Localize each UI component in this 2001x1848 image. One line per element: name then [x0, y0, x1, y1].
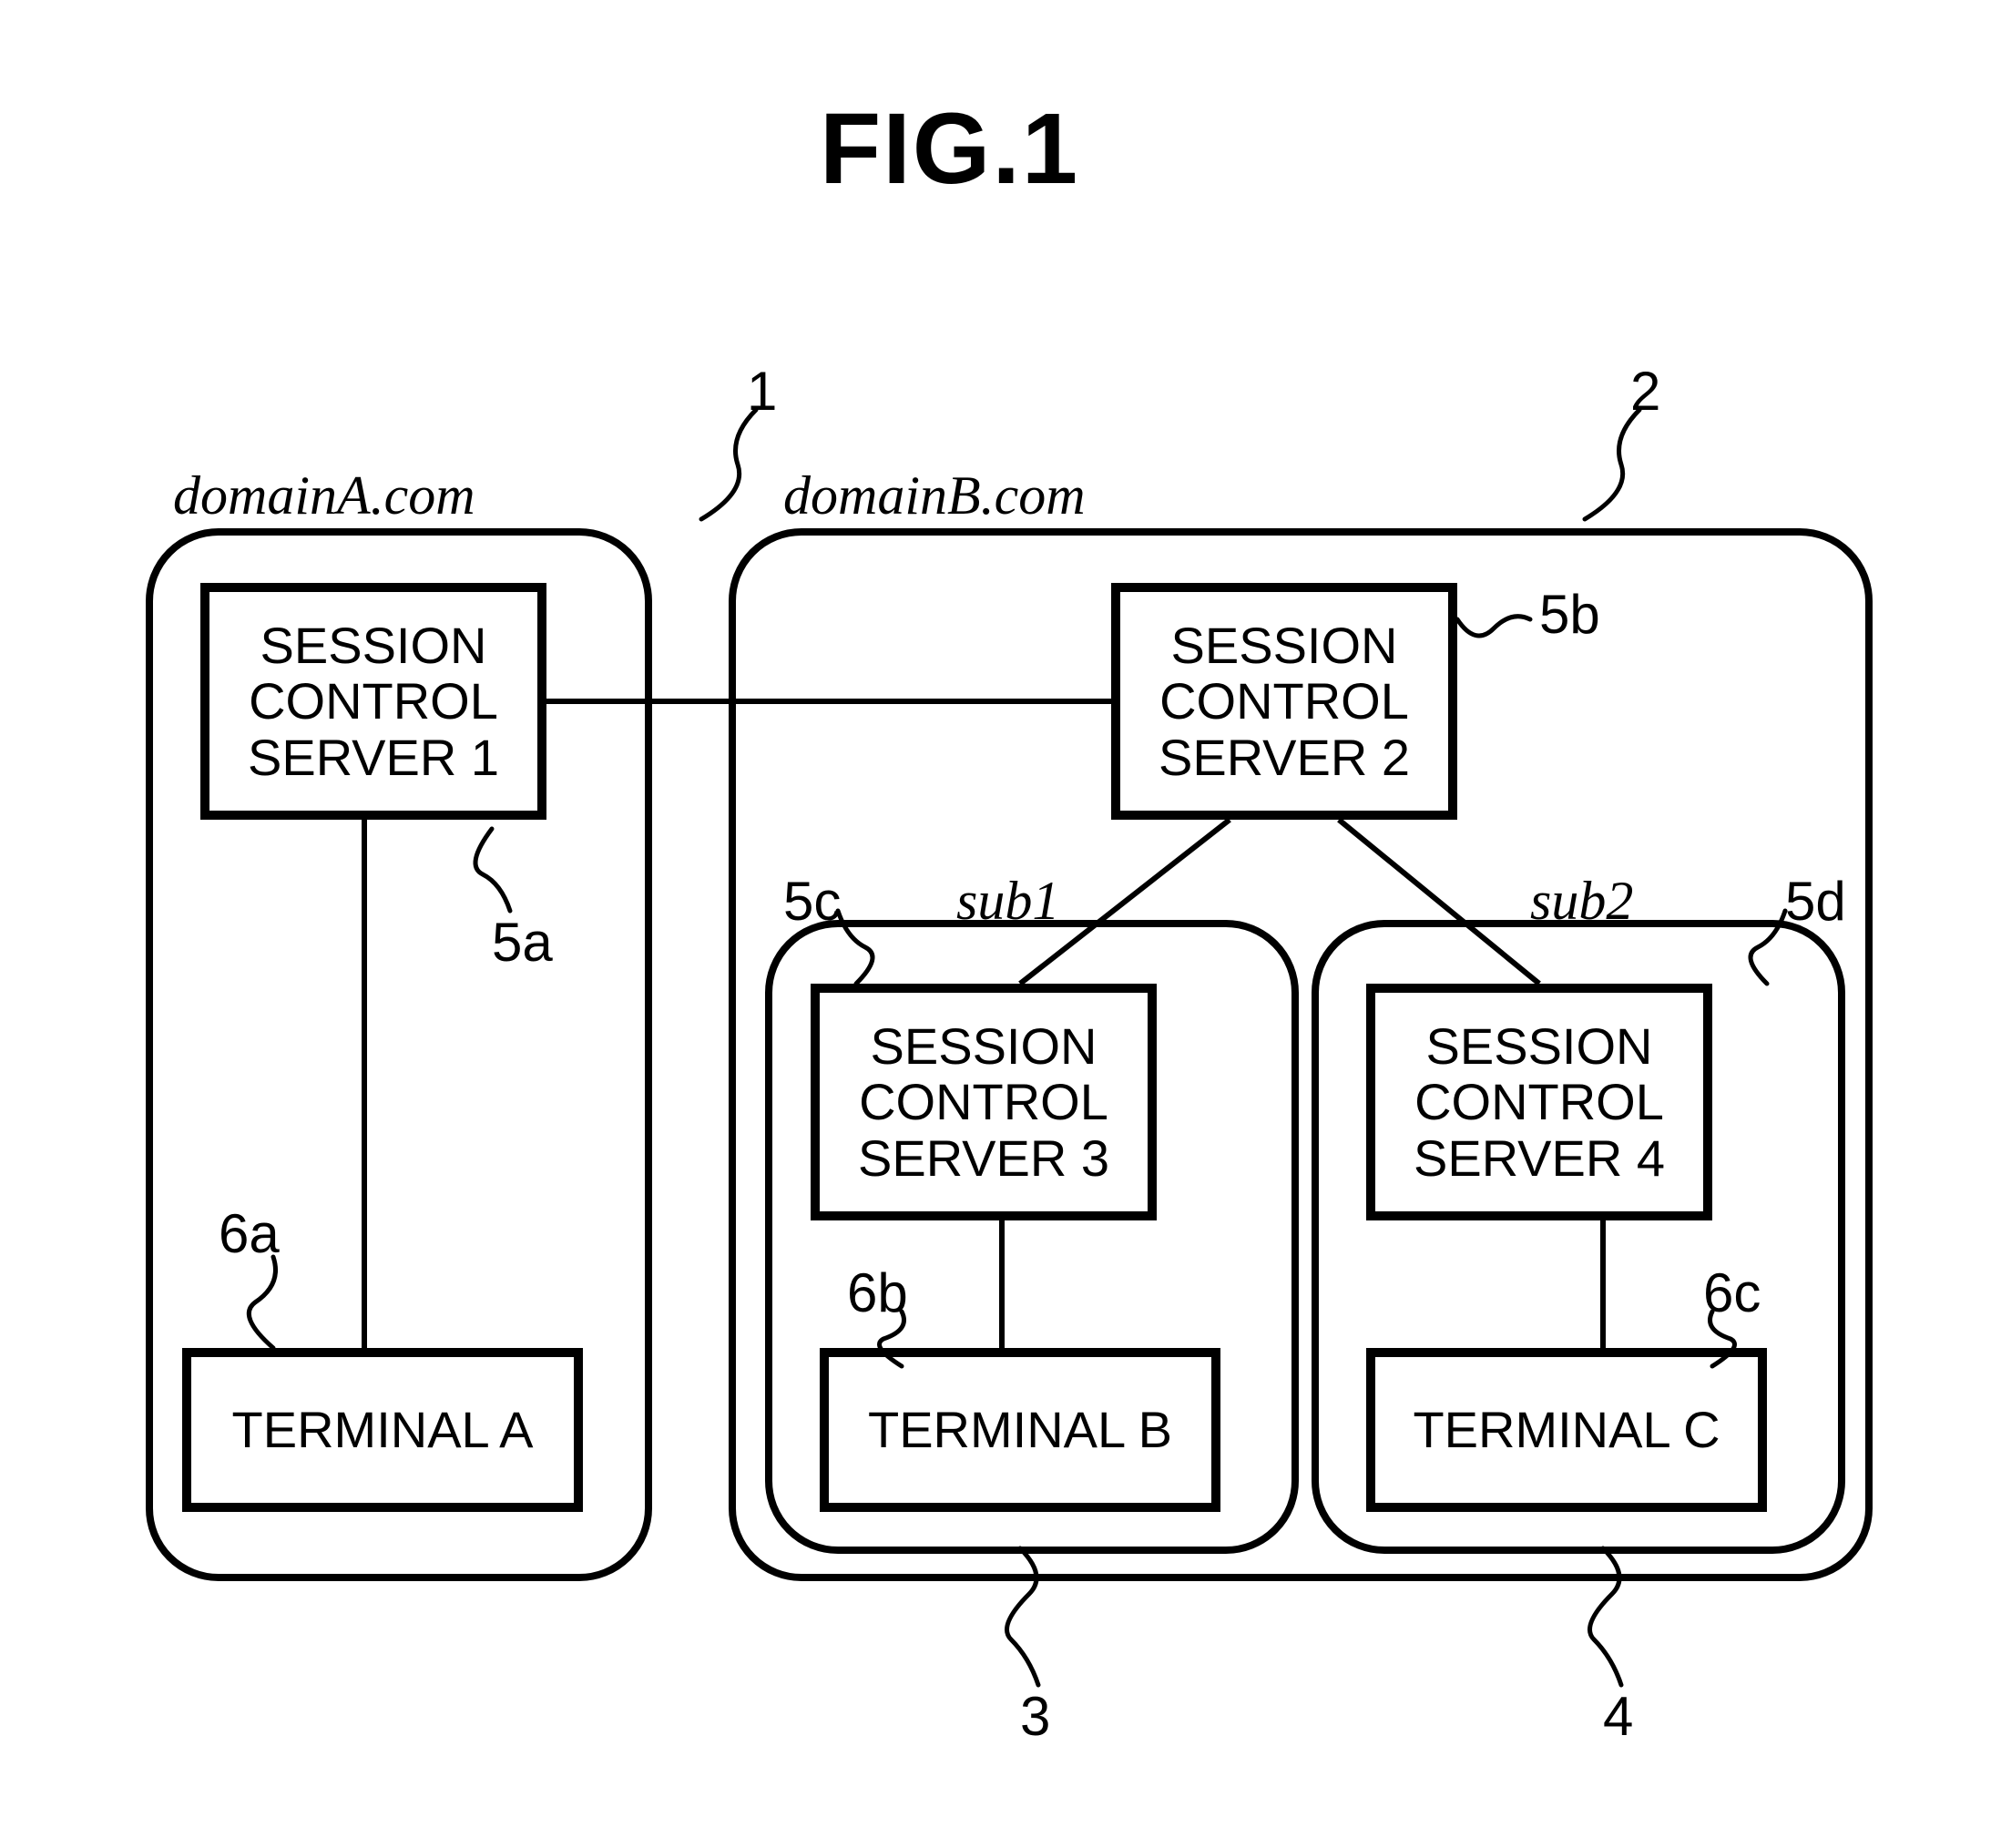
- scs4-line1: SESSION: [1426, 1018, 1653, 1075]
- ref-scs4: 5d: [1785, 870, 1846, 933]
- sub1-label: sub1: [956, 870, 1059, 933]
- scs1-line1: SESSION: [260, 618, 487, 674]
- figure-title: FIG.1: [820, 91, 1079, 207]
- terminal-c: TERMINAL C: [1366, 1348, 1767, 1512]
- domain-b-label: domainB.com: [783, 465, 1086, 527]
- ref-sub2: 4: [1603, 1685, 1633, 1748]
- ref-termB: 6b: [847, 1261, 908, 1324]
- scs4-line2: CONTROL: [1414, 1074, 1664, 1130]
- diagram-canvas: FIG.1 domainA.com domainB.com sub1 sub2 …: [0, 0, 2001, 1848]
- scs2-line2: CONTROL: [1159, 673, 1409, 730]
- scs2-line1: SESSION: [1171, 618, 1398, 674]
- ref-termC: 6c: [1703, 1261, 1761, 1324]
- domain-a-label: domainA.com: [173, 465, 475, 527]
- scs3-line3: SERVER 3: [858, 1130, 1109, 1187]
- terminal-b-label: TERMINAL B: [868, 1402, 1172, 1458]
- scs1-line3: SERVER 1: [248, 730, 499, 786]
- session-control-server-4: SESSION CONTROL SERVER 4: [1366, 984, 1712, 1220]
- terminal-a: TERMINAL A: [182, 1348, 583, 1512]
- ref-termA: 6a: [219, 1202, 280, 1265]
- session-control-server-2: SESSION CONTROL SERVER 2: [1111, 583, 1457, 820]
- terminal-b: TERMINAL B: [820, 1348, 1220, 1512]
- session-control-server-1: SESSION CONTROL SERVER 1: [200, 583, 546, 820]
- scs3-line1: SESSION: [871, 1018, 1097, 1075]
- sub2-label: sub2: [1530, 870, 1633, 933]
- ref-sub1: 3: [1020, 1685, 1050, 1748]
- ref-scs2: 5b: [1539, 583, 1600, 646]
- terminal-c-label: TERMINAL C: [1413, 1402, 1720, 1458]
- scs1-line2: CONTROL: [249, 673, 498, 730]
- scs4-line3: SERVER 4: [1414, 1130, 1665, 1187]
- terminal-a-label: TERMINAL A: [232, 1402, 534, 1458]
- scs3-line2: CONTROL: [859, 1074, 1108, 1130]
- session-control-server-3: SESSION CONTROL SERVER 3: [811, 984, 1157, 1220]
- ref-scs1: 5a: [492, 911, 553, 974]
- scs2-line3: SERVER 2: [1159, 730, 1410, 786]
- ref-scs3: 5c: [783, 870, 841, 933]
- ref-domain-b: 2: [1630, 360, 1660, 423]
- ref-domain-a: 1: [747, 360, 777, 423]
